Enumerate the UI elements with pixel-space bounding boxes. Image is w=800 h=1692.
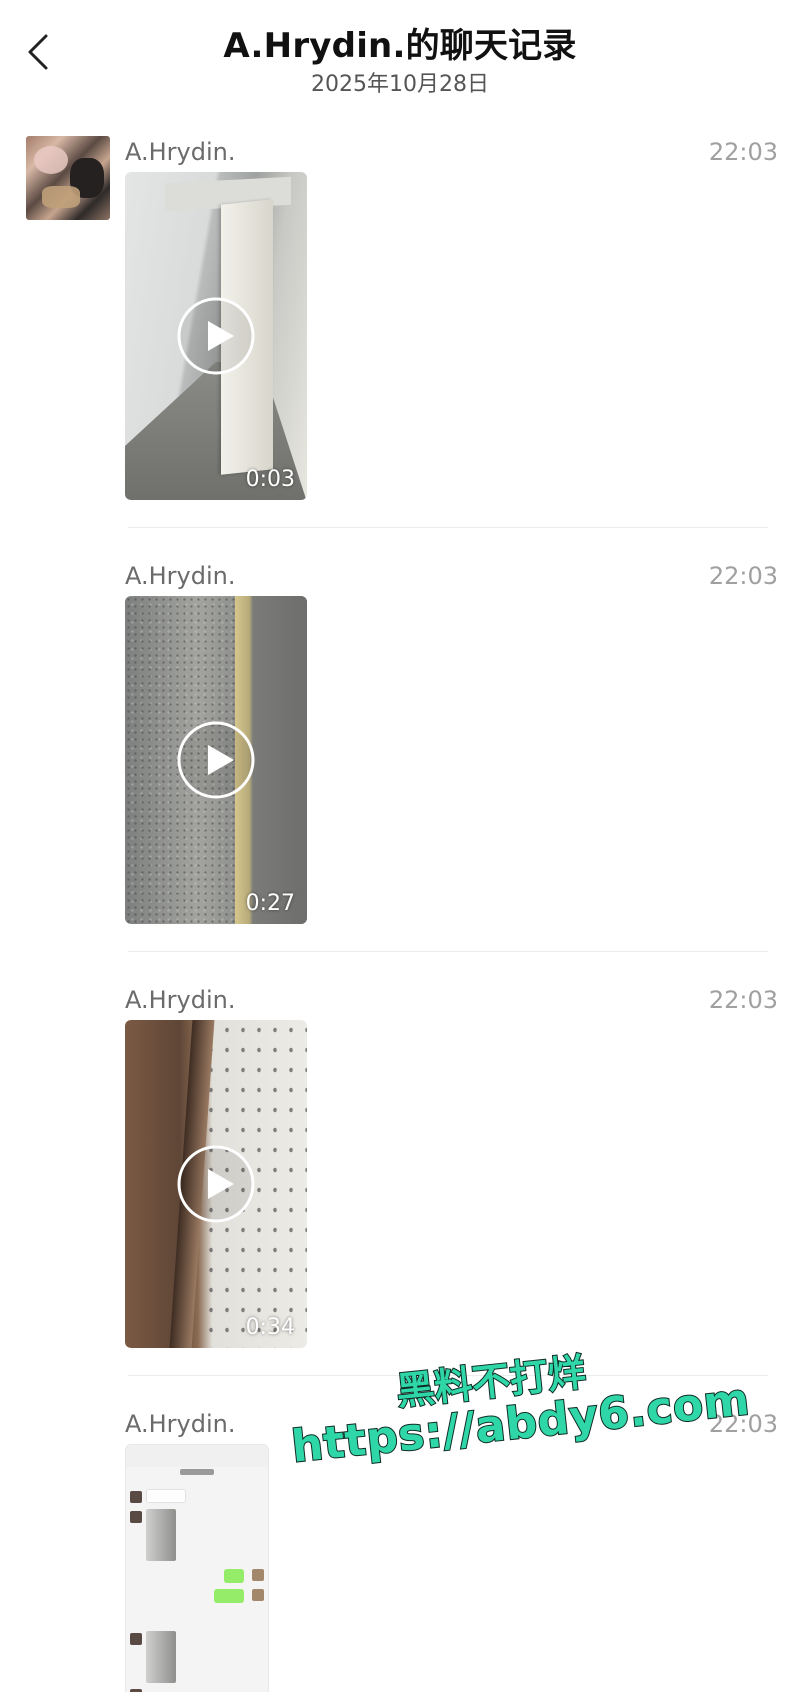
video-duration: 0:27 [245,891,295,916]
mini-bubble [214,1589,244,1603]
header: A.Hrydin.的聊天记录 2025年10月28日 [0,0,800,100]
mini-thumbnail [146,1631,176,1683]
mini-avatar [252,1569,264,1581]
play-icon[interactable] [176,296,256,376]
mini-avatar [130,1511,142,1523]
video-thumbnail[interactable]: 0:03 [125,172,307,500]
mini-title [126,1469,268,1479]
play-icon[interactable] [176,1144,256,1224]
mini-bubble [146,1489,186,1503]
video-thumbnail[interactable]: 0:27 [125,596,307,924]
message-time: 22:03 [708,562,778,590]
sender-name: A.Hrydin. [125,986,236,1014]
mini-bubble [224,1569,244,1583]
mini-avatar [130,1491,142,1503]
page-title: A.Hrydin.的聊天记录 [223,26,577,66]
video-duration: 0:03 [245,467,295,492]
sender-name: A.Hrydin. [125,562,236,590]
avatar[interactable] [26,136,110,220]
avatar-detail [42,186,80,208]
image-thumbnail[interactable] [125,1444,269,1692]
mini-avatar [130,1633,142,1645]
message-time: 22:03 [708,986,778,1014]
mini-thumbnail [146,1509,176,1561]
mini-status-bar [126,1445,268,1467]
mini-avatar [252,1589,264,1601]
watermark: 黑料不打烊 https://abdy6.com [284,1324,756,1511]
divider [128,951,768,952]
play-icon[interactable] [176,720,256,800]
avatar-detail [34,146,68,174]
sender-name: A.Hrydin. [125,138,236,166]
video-duration: 0:34 [245,1315,295,1340]
sender-name: A.Hrydin. [125,1410,236,1438]
video-thumbnail[interactable]: 0:34 [125,1020,307,1348]
divider [128,527,768,528]
message-time: 22:03 [708,138,778,166]
page-date: 2025年10月28日 [311,72,489,97]
